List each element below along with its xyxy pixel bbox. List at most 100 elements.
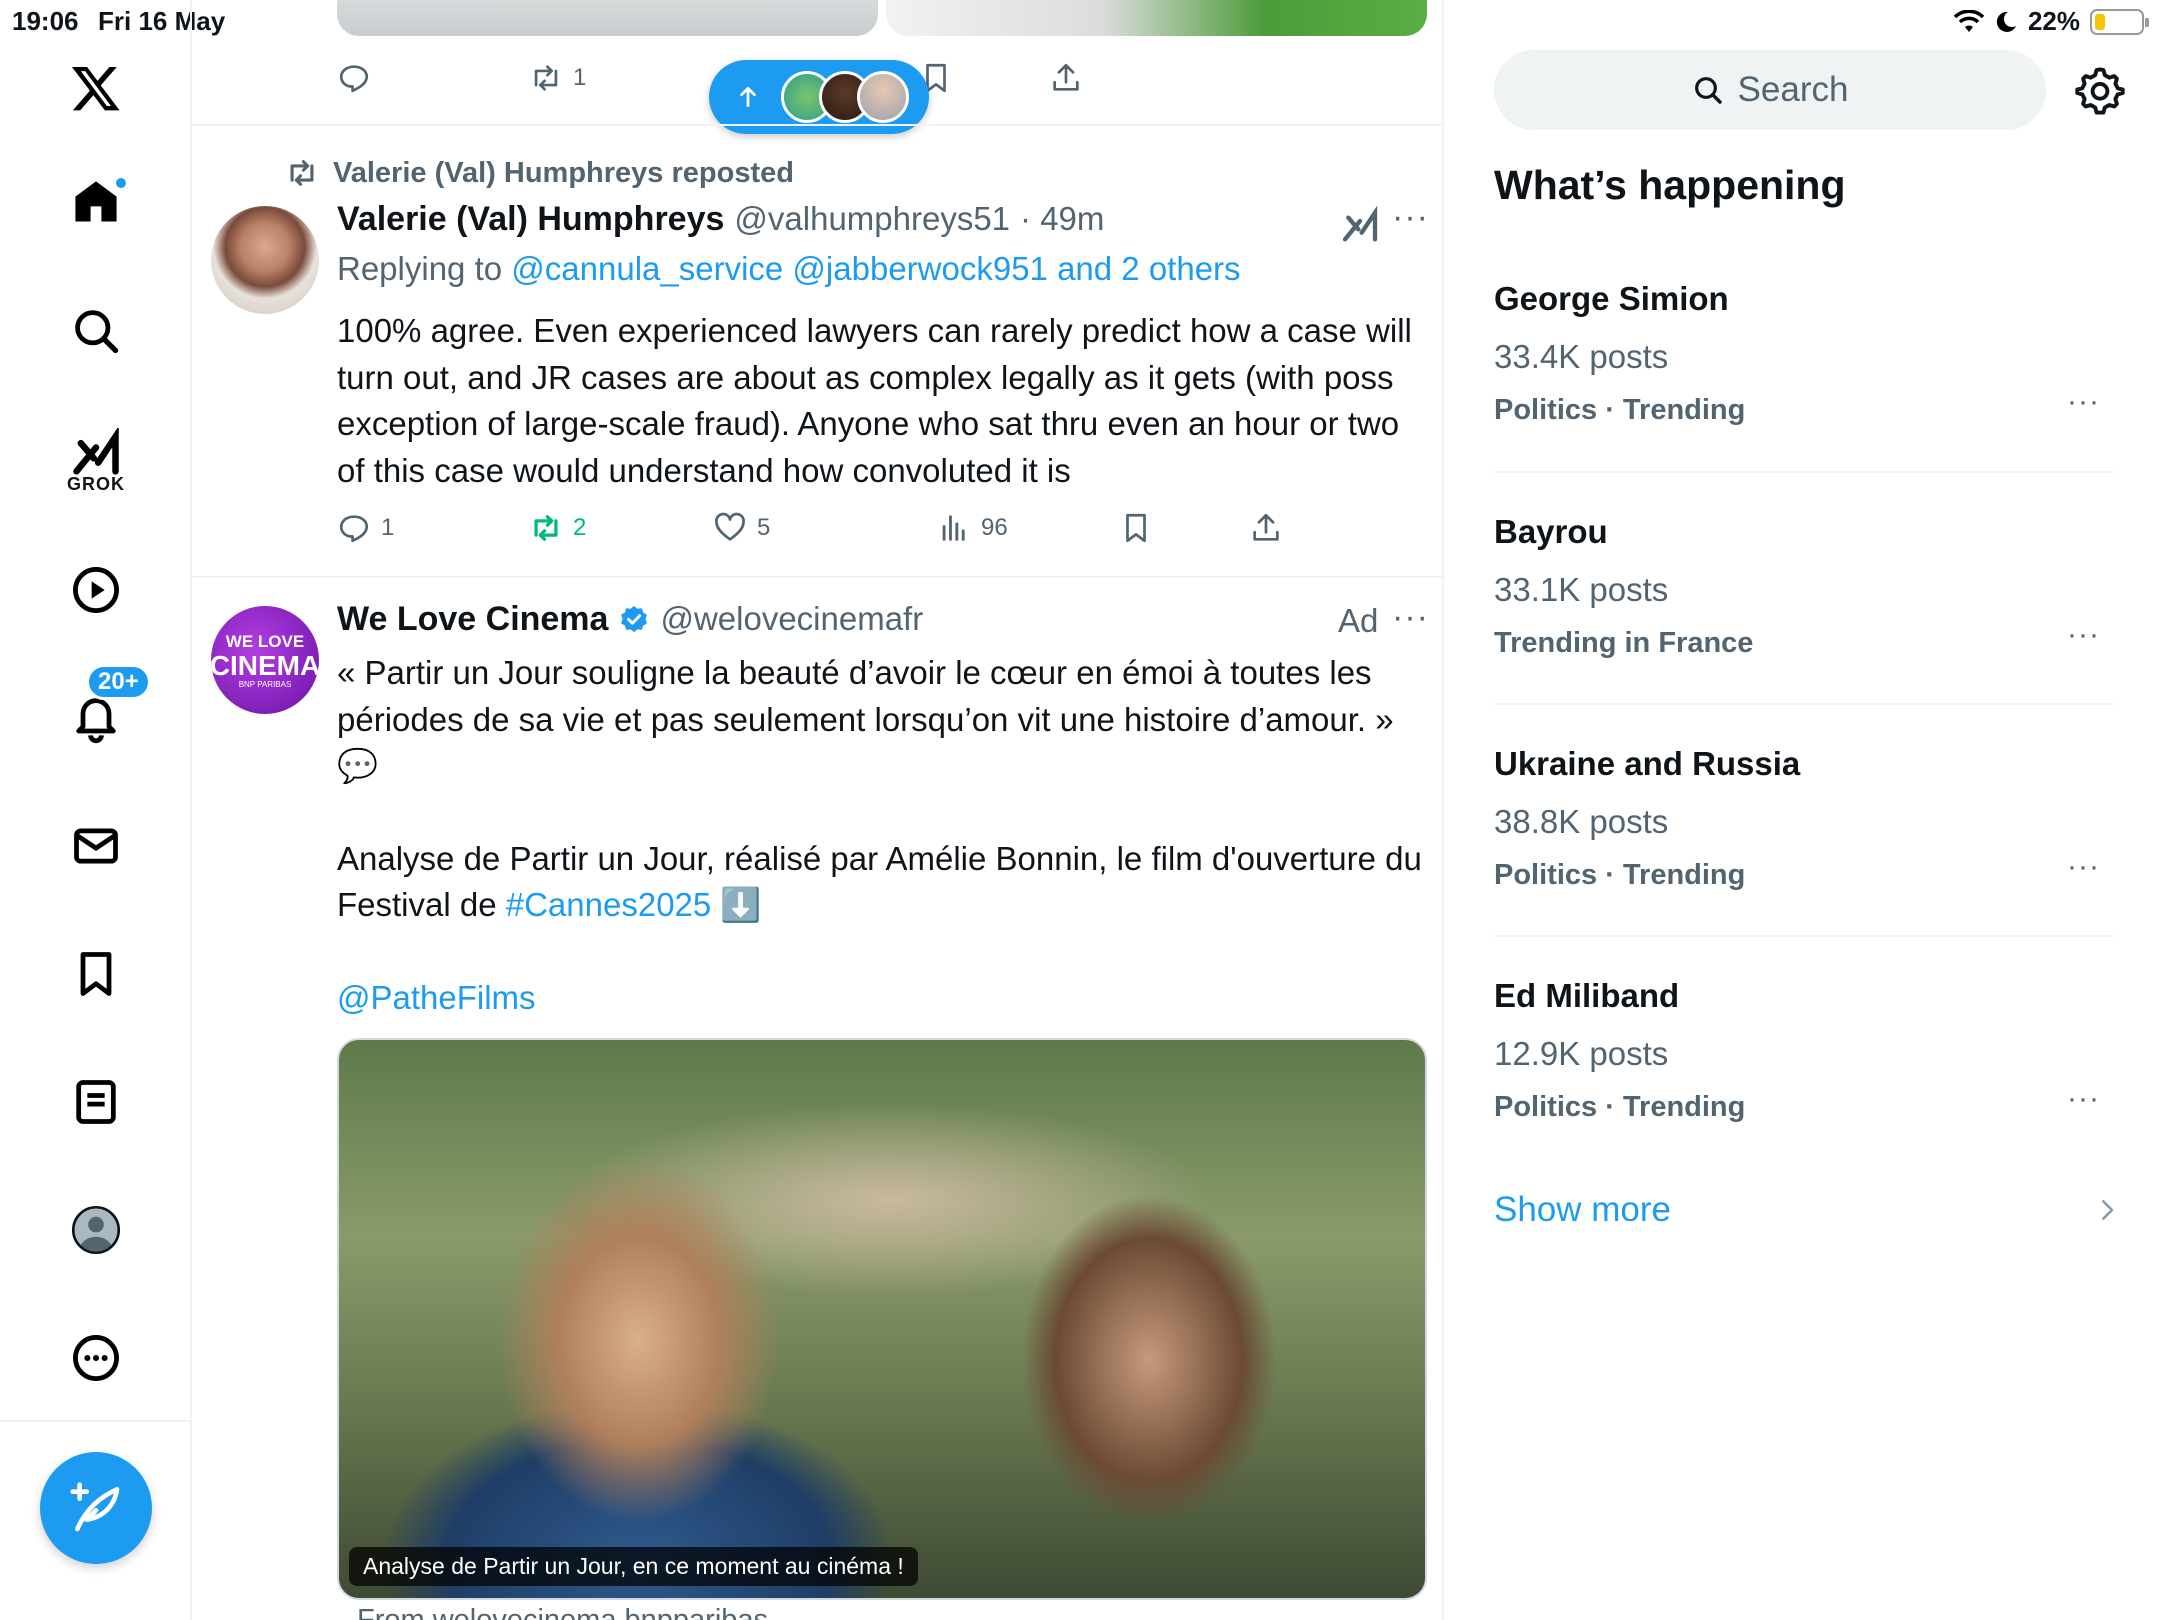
ad-tweet-text: « Partir un Jour souligne la beauté d’av… [337, 650, 1427, 1021]
tweet-divider [192, 124, 1442, 126]
avatar-text-top: WE LOVE [225, 631, 305, 651]
retweet-count: 2 [573, 514, 587, 541]
verified-badge-icon [621, 605, 648, 632]
trend-more-icon[interactable]: ··· [2067, 1082, 2100, 1116]
trend-more-icon[interactable]: ··· [2067, 850, 2100, 884]
trend-name: George Simion [1494, 280, 1729, 317]
advertiser-handle[interactable]: @welovecinemafr [660, 600, 923, 638]
trend-divider [1494, 471, 2114, 473]
previous-tweet-media[interactable] [337, 0, 1427, 36]
reply-button[interactable] [337, 56, 371, 100]
ad-source-line[interactable]: From welovecinema.bnpparibas [357, 1604, 768, 1620]
trend-name: Ed Miliband [1494, 977, 1680, 1014]
like-count: 5 [757, 514, 771, 541]
tweet-time[interactable]: · 49m [1020, 200, 1104, 238]
media-image-right[interactable] [886, 0, 1427, 36]
avatar-text-main: CINEMA [211, 649, 319, 681]
trend-category: Trending in France [1494, 627, 1754, 659]
ad-analysis-text: Analyse de Partir un Jour, réalisé par A… [337, 836, 1427, 929]
author-handle[interactable]: @valhumphreys51 [734, 200, 1010, 238]
nav-home[interactable] [62, 168, 130, 236]
compose-post-button[interactable] [40, 1452, 152, 1564]
trend-posts: 33.4K posts [1494, 338, 1669, 375]
more-circle-icon [73, 1335, 119, 1381]
image-caption: Analyse de Partir un Jour, en ce moment … [349, 1547, 918, 1586]
new-posts-pill[interactable] [709, 60, 929, 134]
trend-item[interactable]: George Simion 33.4K posts Politics · Tre… [1494, 280, 2114, 427]
mention-link[interactable]: @PatheFilms [337, 975, 1427, 1022]
bookmark-button[interactable] [1119, 506, 1153, 550]
replying-to: Replying to @cannula_service @jabberwock… [337, 250, 1241, 288]
replying-prefix: Replying to [337, 250, 503, 287]
reply-button[interactable]: 1 [337, 506, 394, 550]
retweet-icon [290, 160, 314, 186]
trend-name: Bayrou [1494, 513, 1608, 550]
nav-divider [0, 1420, 192, 1422]
trend-category: Politics · Trending [1494, 859, 1746, 891]
list-icon [76, 1080, 116, 1124]
trend-posts: 38.8K posts [1494, 803, 1669, 840]
reply-icon [339, 65, 369, 93]
nav-notifications[interactable]: 20+ [62, 664, 151, 752]
more-options-icon[interactable]: ··· [1392, 198, 1429, 237]
search-icon [75, 310, 119, 354]
left-nav: GROK 20+ [0, 0, 192, 1620]
retweet-icon [534, 515, 558, 541]
repost-indicator[interactable]: Valerie (Val) Humphreys reposted [285, 156, 794, 190]
retweet-icon [534, 65, 558, 91]
like-button[interactable]: 5 [713, 506, 770, 550]
trend-name: Ukraine and Russia [1494, 745, 1801, 782]
grok-label: GROK [67, 474, 125, 494]
advertiser-name[interactable]: We Love Cinema [337, 600, 608, 639]
share-button[interactable] [1249, 506, 1283, 550]
author-name[interactable]: Valerie (Val) Humphreys [337, 200, 724, 239]
heart-icon [715, 512, 745, 541]
hashtag-link[interactable]: #Cannes2025 [506, 886, 712, 923]
chevron-right-icon[interactable] [2092, 1195, 2122, 1225]
whats-happening-title: What’s happening [1494, 162, 1846, 208]
retweet-button[interactable]: 2 [529, 506, 586, 550]
new-post-avatar [857, 71, 909, 123]
views-button[interactable]: 96 [937, 506, 1008, 550]
grok-icon[interactable] [1340, 206, 1380, 246]
trend-item[interactable]: Ed Miliband 12.9K posts Politics · Trend… [1494, 977, 2114, 1124]
share-icon [1253, 513, 1279, 541]
bookmark-icon [1126, 513, 1146, 543]
media-image-left[interactable] [337, 0, 878, 36]
trend-more-icon[interactable]: ··· [2067, 385, 2100, 419]
ad-tweet-header: We Love Cinema @welovecinemafr [337, 600, 923, 639]
profile-avatar-icon [71, 1205, 121, 1255]
nav-messages[interactable] [62, 812, 130, 880]
ad-video-image[interactable]: Analyse de Partir un Jour, en ce moment … [337, 1038, 1427, 1600]
ad-quote-text: « Partir un Jour souligne la beauté d’av… [337, 654, 1394, 784]
bookmark-icon [80, 952, 112, 996]
retweet-count: 1 [573, 64, 587, 91]
right-sidebar: Search What’s happening George Simion 33… [1444, 0, 2160, 1620]
trend-category: Politics · Trending [1494, 1091, 1746, 1123]
author-avatar[interactable] [211, 206, 319, 314]
share-button[interactable] [1049, 56, 1083, 100]
search-input[interactable]: Search [1494, 50, 2046, 130]
nav-profile[interactable] [62, 1196, 130, 1264]
grok-icon [73, 428, 119, 475]
trend-more-icon[interactable]: ··· [2067, 618, 2100, 652]
more-options-icon[interactable]: ··· [1392, 598, 1429, 637]
retweet-button[interactable]: 1 [529, 56, 586, 100]
gear-icon[interactable] [2074, 64, 2126, 116]
trend-posts: 33.1K posts [1494, 571, 1669, 608]
replying-to-links[interactable]: @cannula_service @jabberwock951 and 2 ot… [511, 250, 1240, 287]
mail-icon [74, 828, 118, 864]
show-more-link[interactable]: Show more [1494, 1190, 1671, 1230]
nav-explore[interactable] [62, 297, 130, 365]
advertiser-avatar[interactable]: WE LOVE CINEMA BNP PARIBAS [211, 606, 319, 714]
nav-videos[interactable] [62, 556, 130, 624]
trend-item[interactable]: Ukraine and Russia 38.8K posts Politics … [1494, 745, 2114, 892]
trend-item[interactable]: Bayrou 33.1K posts Trending in France ··… [1494, 513, 2114, 660]
search-icon [1694, 77, 1722, 104]
x-logo-icon[interactable] [62, 54, 130, 122]
share-icon [1053, 63, 1079, 91]
nav-lists[interactable] [62, 1068, 130, 1136]
nav-bookmarks[interactable] [62, 940, 130, 1008]
ad-analysis-suffix: ⬇️ [711, 886, 762, 923]
nav-more[interactable] [62, 1324, 130, 1392]
